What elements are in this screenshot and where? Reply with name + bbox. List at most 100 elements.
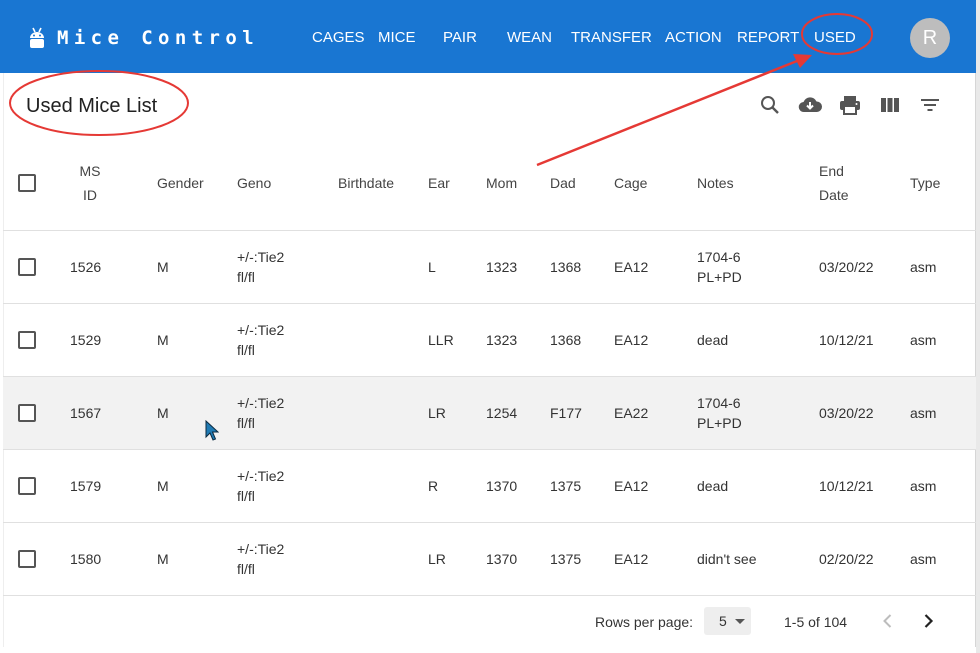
cell-geno-line1: +/-:Tie2 [237,395,285,411]
cell-mom: 1323 [486,259,518,275]
header-notes[interactable]: Notes [697,171,734,195]
cell-dad: 1368 [550,259,582,275]
cell-notes: didn't see [697,551,757,567]
header-mom[interactable]: Mom [486,171,517,195]
cell-ms-id: 1579 [70,478,102,494]
cell-type: asm [910,478,937,494]
rows-per-page-select[interactable]: 5 [704,607,751,635]
rows-per-page-label: Rows per page: [595,614,694,630]
nav-mice[interactable]: MICE [378,29,416,47]
cell-mom: 1370 [486,551,518,567]
cell-gender: M [157,478,169,494]
nav-action[interactable]: ACTION [665,29,722,47]
view-columns-icon[interactable] [878,93,902,117]
chevron-right-icon [924,614,934,628]
cell-end-date: 02/20/22 [819,551,874,567]
header-dad[interactable]: Dad [550,171,576,195]
pagination-range: 1-5 of 104 [784,614,848,630]
cell-cage: EA12 [614,551,649,567]
cell-geno-line2: fl/fl [237,269,255,285]
header-ms-id[interactable]: MS ID [78,159,102,207]
cell-geno: +/-:Tie2 fl/fl [237,466,284,506]
cell-end-date: 03/20/22 [819,405,874,421]
print-icon[interactable] [838,93,862,117]
user-avatar[interactable]: R [910,18,950,58]
cell-notes: 1704-6 PL+PD [697,393,742,433]
filter-list-icon[interactable] [918,93,942,117]
cell-type: asm [910,405,937,421]
brand[interactable]: Mice Control [28,24,259,52]
cell-ms-id: 1567 [70,405,102,421]
cell-geno: +/-:Tie2 fl/fl [237,247,284,287]
cell-mom: 1323 [486,332,518,348]
cell-notes: 1704-6 PL+PD [697,247,742,287]
mouse-cursor-icon [205,420,219,441]
cell-notes-line1: 1704-6 [697,395,741,411]
header-ms-id-line2: ID [83,187,97,203]
header-ear[interactable]: Ear [428,171,450,195]
nav-wean[interactable]: WEAN [507,29,552,47]
cell-geno-line2: fl/fl [237,342,255,358]
page-title: Used Mice List [26,95,158,117]
row-checkbox[interactable] [18,331,36,349]
next-page-button[interactable] [918,611,938,631]
header-cage[interactable]: Cage [614,171,647,195]
search-icon[interactable] [758,93,782,117]
nav-used[interactable]: USED [814,29,856,47]
cell-geno-line2: fl/fl [237,561,255,577]
cell-end-date: 10/12/21 [819,332,874,348]
row-checkbox[interactable] [18,550,36,568]
cell-mom: 1254 [486,405,518,421]
header-birthdate[interactable]: Birthdate [338,171,394,195]
header-type[interactable]: Type [910,171,940,195]
cell-ear: LR [428,551,446,567]
cell-gender: M [157,259,169,275]
cell-geno: +/-:Tie2 fl/fl [237,393,284,433]
cell-ms-id: 1529 [70,332,102,348]
cell-type: asm [910,551,937,567]
row-checkbox[interactable] [18,258,36,276]
nav-cages[interactable]: CAGES [312,29,365,47]
cell-gender: M [157,405,169,421]
cell-ms-id: 1526 [70,259,102,275]
cell-geno: +/-:Tie2 fl/fl [237,539,284,579]
cell-notes-line1: 1704-6 [697,249,741,265]
select-all-checkbox[interactable] [18,174,36,192]
cell-ear: LLR [428,332,454,348]
cloud-download-icon[interactable] [797,93,823,117]
nav-pair[interactable]: PAIR [443,29,477,47]
rows-per-page-value: 5 [719,613,727,629]
cell-geno-line2: fl/fl [237,415,255,431]
cell-gender: M [157,551,169,567]
header-geno[interactable]: Geno [237,171,271,195]
dropdown-arrow-icon [735,619,745,624]
header-end-date[interactable]: End Date [819,159,849,207]
cell-dad: 1375 [550,551,582,567]
cell-notes-line2: PL+PD [697,415,742,431]
cell-ms-id: 1580 [70,551,102,567]
android-robot-icon [28,27,46,49]
app-bar: Mice Control CAGES MICE PAIR WEAN TRANSF… [0,0,980,73]
footer-divider [3,595,976,596]
cell-ear: L [428,259,436,275]
row-checkbox[interactable] [18,404,36,422]
cell-geno-line1: +/-:Tie2 [237,468,285,484]
header-end-date-line2: Date [819,187,849,203]
app-title: Mice Control [57,27,260,49]
cell-notes: dead [697,332,729,348]
header-gender[interactable]: Gender [157,171,204,195]
cell-cage: EA22 [614,405,649,421]
row-checkbox[interactable] [18,477,36,495]
nav-report[interactable]: REPORT [737,29,799,47]
cell-end-date: 10/12/21 [819,478,874,494]
nav-transfer[interactable]: TRANSFER [571,29,652,47]
previous-page-button[interactable] [878,611,898,631]
header-end-date-line1: End [819,163,844,179]
header-ms-id-line1: MS [79,163,101,179]
cell-geno-line1: +/-:Tie2 [237,249,285,265]
cell-mom: 1370 [486,478,518,494]
cell-cage: EA12 [614,332,649,348]
cell-dad: 1368 [550,332,582,348]
chevron-left-icon [883,614,892,628]
cell-geno-line2: fl/fl [237,488,255,504]
